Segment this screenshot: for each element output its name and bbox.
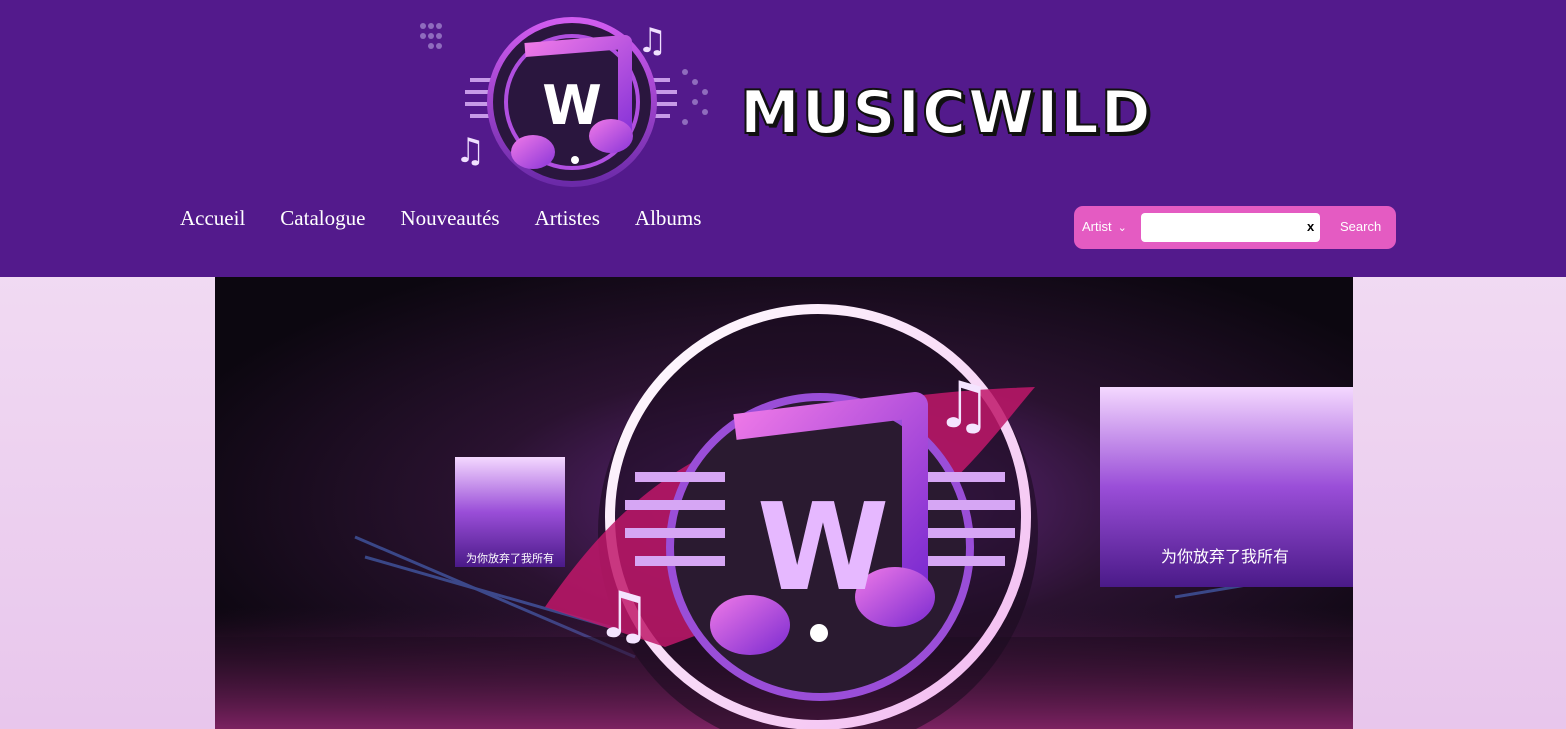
left-video-screen — [455, 457, 565, 567]
svg-text:♫: ♫ — [637, 21, 667, 61]
left-screen-caption: 为你放弃了我所有 — [466, 551, 554, 565]
music-note-w-logo-icon: W ♫ ♫ — [420, 17, 708, 187]
chevron-down-icon: ⌄ — [1117, 222, 1127, 234]
site-logo[interactable]: W ♫ ♫ — [415, 12, 715, 194]
nav-item-albums[interactable]: Albums — [635, 206, 702, 231]
site-title: MUSICWILD — [739, 77, 1153, 149]
concert-banner-image: 为你放弃了我所有 为你放弃了我所有 W ♫ ♫ — [215, 277, 1353, 729]
svg-text:♫: ♫ — [935, 369, 992, 443]
site-header: W ♫ ♫ MUSICWILD Accueil Catalogue Nouvea… — [0, 0, 1566, 277]
nav-item-catalogue[interactable]: Catalogue — [280, 206, 365, 231]
hero-banner: 为你放弃了我所有 为你放弃了我所有 W ♫ ♫ — [215, 277, 1353, 729]
svg-text:W: W — [757, 479, 889, 618]
clear-search-button[interactable]: x — [1307, 219, 1314, 234]
search-button[interactable]: Search — [1340, 219, 1381, 234]
search-input[interactable] — [1141, 213, 1320, 242]
nav-item-artistes[interactable]: Artistes — [535, 206, 600, 231]
nav-item-accueil[interactable]: Accueil — [180, 206, 245, 231]
nav-item-nouveautes[interactable]: Nouveautés — [400, 206, 499, 231]
svg-text:♫: ♫ — [455, 131, 485, 171]
svg-text:W: W — [542, 74, 602, 137]
search-bar: Artist ⌄ x Search — [1074, 206, 1396, 249]
search-filter-value: Artist — [1082, 219, 1112, 234]
search-filter-select[interactable]: Artist ⌄ — [1082, 219, 1127, 234]
right-screen-caption: 为你放弃了我所有 — [1161, 547, 1289, 566]
main-nav: Accueil Catalogue Nouveautés Artistes Al… — [180, 206, 736, 231]
svg-text:♫: ♫ — [595, 579, 652, 653]
